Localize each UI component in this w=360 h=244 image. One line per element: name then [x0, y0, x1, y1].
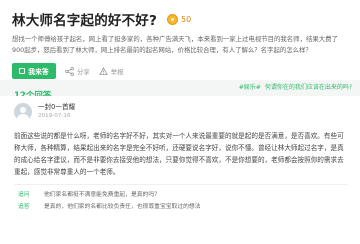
answer-body: 前面这些说的都是什么呀，老师的名字好不好，其实对一个人来说最重要的就是起的是否满… — [14, 132, 344, 176]
share-icon — [65, 66, 74, 76]
report-label: 举报 — [110, 67, 124, 76]
comment-text: 是真的，他们家的名都比较负责任，也很尊重宝宝取过的想法 — [44, 203, 201, 210]
report-button[interactable]: 举报 — [99, 66, 124, 76]
question-description: 想找一个师傅给孩子起名，网上看了挺多家的，各种广告满天飞，本来看到一家上过电视节… — [12, 35, 338, 54]
report-icon — [99, 66, 108, 75]
answer-button[interactable]: 我来答 — [12, 63, 56, 79]
comment-list: 追问 他们家名都挺不满意能免费重起，是真的吗？ 追答 是真的，他们家的名都比较负… — [14, 184, 348, 211]
comment-item: 追答 是真的，他们家的名都比较负责任，也很尊重宝宝取过的想法 — [14, 199, 348, 211]
user-name[interactable]: 一封0一首耀 — [38, 103, 75, 112]
user-info: 一封0一首耀 2019-07-16 — [38, 103, 75, 121]
answer-user-row: 一封0一首耀 2019-07-16 — [14, 102, 348, 122]
answer-card: 一封0一首耀 2019-07-16 前面这些说的都是什么呀，老师的名字好不好，其… — [0, 96, 360, 244]
question-card: 林大师名字起的好不好? 50 想找一个师傅给孩子起名，网上看了挺多家的，各种广告… — [0, 0, 360, 80]
answer-button-label: 我来答 — [28, 68, 49, 76]
question-title-row: 林大师名字起的好不好? 50 — [12, 9, 348, 29]
question-title: 林大师名字起的好不好? — [12, 13, 158, 29]
share-button[interactable]: 分享 — [65, 66, 90, 76]
coin-icon — [167, 13, 179, 25]
avatar[interactable] — [14, 103, 32, 121]
comment-text: 他们家名都挺不满意能免费重起，是真的吗？ — [44, 191, 160, 198]
answers-header: 12个回答 — [0, 83, 360, 101]
reward-badge: 50 — [167, 13, 192, 25]
pen-icon — [19, 68, 26, 74]
comment-label: 追问 — [18, 191, 30, 198]
comment-item: 追问 他们家名都挺不满意能免费重起，是真的吗？ — [14, 187, 348, 199]
answer-date: 2019-07-16 — [38, 113, 71, 119]
comment-label: 追答 — [18, 203, 30, 210]
reward-value: 50 — [181, 14, 192, 24]
share-label: 分享 — [77, 67, 90, 76]
question-actions: 我来答 分享 举报 — [12, 61, 348, 81]
